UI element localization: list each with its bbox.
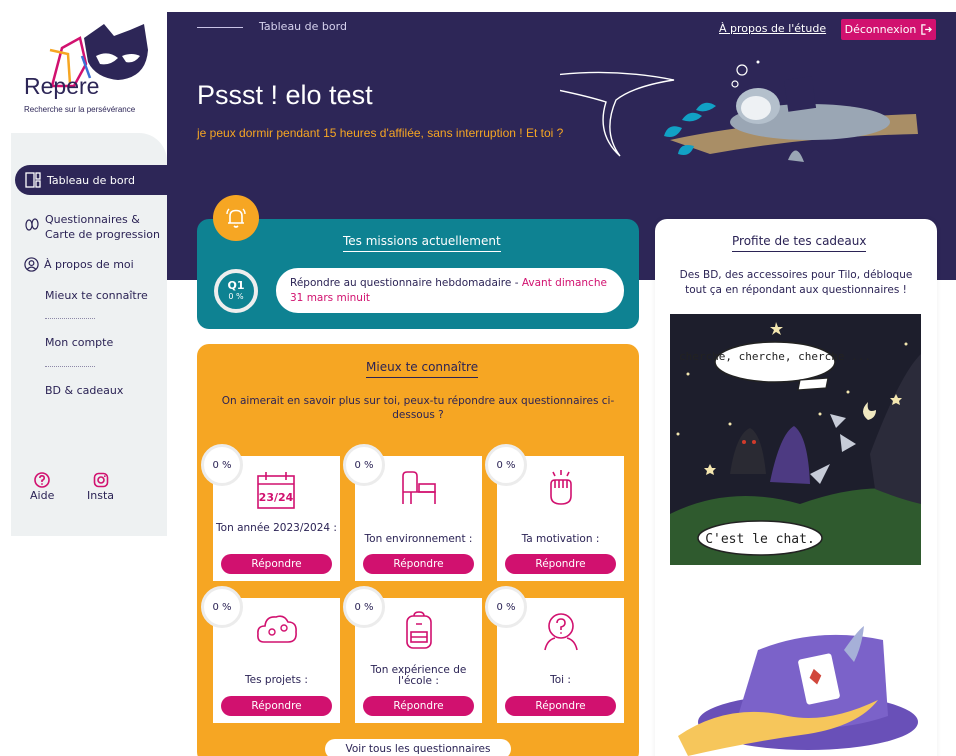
footprints-icon: [25, 218, 39, 231]
comic-bubble-text: cherche, cherche, cherche ...: [679, 350, 871, 363]
user-circle-icon: [24, 257, 39, 272]
progress-badge: 0 %: [201, 586, 243, 628]
mission-text: Répondre au questionnaire hebdomadaire -: [290, 277, 522, 289]
calendar-icon: 23/24: [257, 472, 295, 509]
person-question-icon: [544, 613, 578, 651]
sidebar-item-label: À propos de moi: [44, 258, 134, 271]
mission-item[interactable]: Répondre au questionnaire hebdomadaire -…: [276, 268, 624, 313]
page-title: Pssst ! elo test: [197, 80, 373, 110]
logout-label: Déconnexion: [844, 23, 917, 36]
see-all-questionnaires-button[interactable]: Voir tous les questionnaires: [325, 739, 511, 756]
gifts-description: Des BD, des accessoires pour Tilo, déblo…: [679, 269, 913, 296]
repere-logo[interactable]: Repere: [22, 20, 152, 109]
questionnaire-label: Tes projets :: [245, 674, 308, 686]
answer-button[interactable]: Répondre: [505, 554, 616, 574]
questionnaire-label: Ton environnement :: [364, 533, 473, 545]
sidebar-subitem-comics-gifts[interactable]: BD & cadeaux: [45, 384, 123, 397]
know-you-title: Mieux te connaître: [366, 360, 479, 378]
cloud-ideas-icon: [257, 615, 297, 643]
answer-button[interactable]: Répondre: [221, 696, 332, 716]
progress-badge: 0 %: [485, 586, 527, 628]
logo-text: Repere: [24, 73, 99, 99]
question-circle-icon: [34, 472, 50, 488]
sloth-illustration: [560, 60, 918, 162]
progress-badge: 0 %: [201, 444, 243, 486]
sidebar-subitem-account[interactable]: Mon compte: [45, 336, 113, 349]
hat-illustration: [678, 626, 918, 756]
answer-button[interactable]: Répondre: [363, 554, 474, 574]
bell-icon: [213, 195, 259, 241]
instagram-link[interactable]: Insta: [87, 472, 114, 502]
progress-badge: 0 %: [343, 586, 385, 628]
page-subtitle: je peux dormir pendant 15 heures d'affil…: [197, 126, 564, 140]
sidebar-subitem-know-you[interactable]: Mieux te connaître: [45, 289, 148, 302]
answer-button[interactable]: Répondre: [221, 554, 332, 574]
answer-button[interactable]: Répondre: [363, 696, 474, 716]
mission-badge: Q1 0 %: [214, 269, 258, 313]
answer-button[interactable]: Répondre: [505, 696, 616, 716]
sidebar-item-questionnaires[interactable]: Questionnaires & Carte de progression: [24, 212, 160, 242]
gifts-title: Profite de tes cadeaux: [732, 234, 867, 252]
mission-progress: 0 %: [228, 292, 244, 301]
insta-label: Insta: [87, 489, 115, 502]
progress-badge: 0 %: [485, 444, 527, 486]
help-label: Aide: [30, 489, 55, 502]
about-study-link[interactable]: À propos de l'étude: [719, 22, 826, 35]
comic-strip-image[interactable]: cherche, cherche, cherche ... C'est le c…: [670, 314, 921, 565]
logo-tagline: Recherche sur la persévérance: [24, 105, 136, 114]
sidebar-item-about-me[interactable]: À propos de moi: [24, 257, 134, 272]
questionnaire-label: Ton année 2023/2024 :: [216, 522, 337, 534]
questionnaire-label: Ta motivation :: [521, 533, 600, 545]
instagram-icon: [93, 472, 108, 488]
furniture-icon: [402, 471, 436, 504]
calendar-text: 23/24: [259, 491, 294, 504]
sidebar-item-label: Tableau de bord: [47, 173, 135, 187]
dashboard-icon: [25, 172, 41, 188]
missions-title: Tes missions actuellement: [343, 234, 501, 252]
mission-code: Q1: [227, 279, 245, 292]
help-link[interactable]: Aide: [30, 472, 54, 502]
fist-icon: [550, 470, 572, 505]
sidebar-item-label: Carte de progression: [45, 228, 161, 241]
progress-badge: 0 %: [343, 444, 385, 486]
sidebar-item-label: Questionnaires &: [45, 213, 140, 226]
divider: [45, 318, 95, 319]
divider: [45, 366, 95, 367]
know-you-description: On aimerait en savoir plus sur toi, peux…: [221, 395, 615, 421]
questionnaire-label: Ton expérience de l'école :: [370, 664, 467, 687]
comic-bubble-text: C'est le chat.: [705, 532, 815, 547]
logout-button[interactable]: Déconnexion: [841, 19, 936, 40]
sidebar-item-dashboard[interactable]: Tableau de bord: [15, 165, 167, 195]
breadcrumb-line: [197, 27, 243, 28]
backpack-icon: [406, 611, 432, 649]
questionnaire-label: Toi :: [550, 674, 571, 686]
breadcrumb: Tableau de bord: [259, 20, 347, 33]
logout-icon: [921, 24, 933, 35]
